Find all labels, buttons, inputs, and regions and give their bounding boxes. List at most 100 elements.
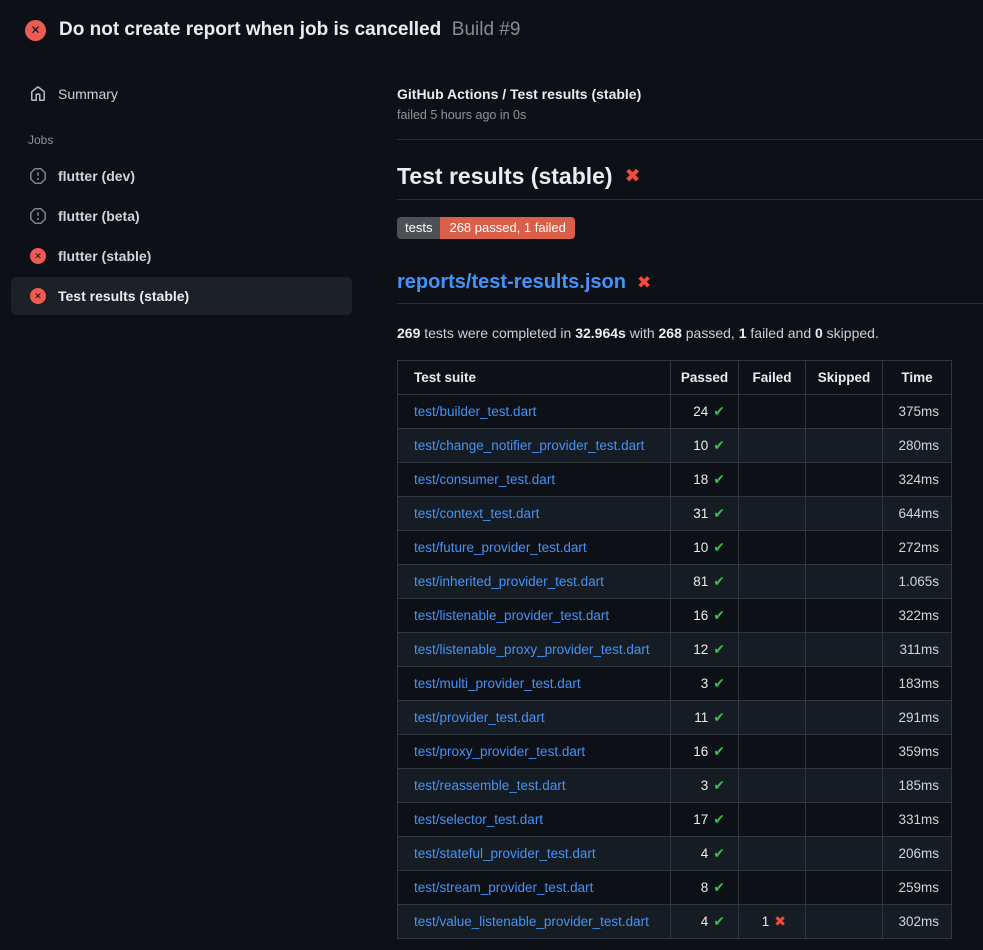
cancelled-octagon-icon (30, 208, 46, 224)
cell-time: 185ms (883, 769, 952, 803)
check-icon: ✔ (713, 709, 725, 725)
cell-failed (739, 667, 806, 701)
cell-time: 375ms (883, 395, 952, 429)
test-suite-link[interactable]: test/listenable_proxy_provider_test.dart (414, 642, 650, 657)
breadcrumb: GitHub Actions / Test results (stable) (397, 86, 983, 102)
check-icon: ✔ (713, 607, 725, 623)
test-suite-link[interactable]: test/stateful_provider_test.dart (414, 846, 596, 861)
cell-skipped (806, 429, 883, 463)
cell-passed: 10✔ (671, 531, 739, 565)
check-icon: ✔ (713, 675, 725, 691)
cell-test-suite: test/builder_test.dart (398, 395, 671, 429)
cell-time: 644ms (883, 497, 952, 531)
cell-test-suite: test/listenable_provider_test.dart (398, 599, 671, 633)
cell-passed: 8✔ (671, 871, 739, 905)
cell-test-suite: test/stream_provider_test.dart (398, 871, 671, 905)
column-header-test-suite: Test suite (398, 361, 671, 395)
sidebar-item-test-results-stable[interactable]: ✕Test results (stable) (11, 277, 352, 315)
section-heading: Test results (stable) ✖ (397, 163, 983, 200)
cell-time: 331ms (883, 803, 952, 837)
table-row: test/listenable_proxy_provider_test.dart… (398, 633, 952, 667)
sidebar-item-flutter-dev[interactable]: flutter (dev) (11, 157, 352, 195)
cell-failed (739, 429, 806, 463)
cell-time: 272ms (883, 531, 952, 565)
cell-time: 322ms (883, 599, 952, 633)
test-suite-link[interactable]: test/selector_test.dart (414, 812, 543, 827)
test-suite-link[interactable]: test/future_provider_test.dart (414, 540, 587, 555)
cell-test-suite: test/stateful_provider_test.dart (398, 837, 671, 871)
table-row: test/consumer_test.dart18✔324ms (398, 463, 952, 497)
test-suite-link[interactable]: test/consumer_test.dart (414, 472, 555, 487)
check-icon: ✔ (713, 573, 725, 589)
cell-test-suite: test/consumer_test.dart (398, 463, 671, 497)
badge-value: 268 passed, 1 failed (440, 217, 574, 239)
check-icon: ✔ (713, 743, 725, 759)
sidebar-item-label: flutter (dev) (58, 168, 135, 184)
test-suite-link[interactable]: test/proxy_provider_test.dart (414, 744, 585, 759)
sidebar-item-flutter-stable[interactable]: ✕flutter (stable) (11, 237, 352, 275)
table-row: test/selector_test.dart17✔331ms (398, 803, 952, 837)
check-icon: ✔ (713, 539, 725, 555)
table-header-row: Test suitePassedFailedSkippedTime (398, 361, 952, 395)
check-icon: ✔ (713, 403, 725, 419)
cell-time: 183ms (883, 667, 952, 701)
cell-failed (739, 837, 806, 871)
cell-passed: 16✔ (671, 735, 739, 769)
test-suite-link[interactable]: test/listenable_provider_test.dart (414, 608, 609, 623)
cell-passed: 3✔ (671, 667, 739, 701)
cell-passed: 4✔ (671, 905, 739, 939)
cell-skipped (806, 769, 883, 803)
build-failed-icon: ✕ (25, 20, 46, 41)
sidebar-item-label: flutter (stable) (58, 248, 151, 264)
test-results-table: Test suitePassedFailedSkippedTime test/b… (397, 360, 952, 939)
cell-skipped (806, 667, 883, 701)
cell-passed: 16✔ (671, 599, 739, 633)
run-meta: failed 5 hours ago in 0s (397, 108, 983, 122)
cell-failed (739, 531, 806, 565)
home-icon (30, 86, 46, 102)
cell-passed: 10✔ (671, 429, 739, 463)
table-body: test/builder_test.dart24✔375mstest/chang… (398, 395, 952, 939)
test-suite-link[interactable]: test/value_listenable_provider_test.dart (414, 914, 649, 929)
test-suite-link[interactable]: test/stream_provider_test.dart (414, 880, 593, 895)
sidebar-item-flutter-beta[interactable]: flutter (beta) (11, 197, 352, 235)
cell-time: 291ms (883, 701, 952, 735)
cell-failed (739, 803, 806, 837)
cell-test-suite: test/future_provider_test.dart (398, 531, 671, 565)
test-suite-link[interactable]: test/inherited_provider_test.dart (414, 574, 604, 589)
test-suite-link[interactable]: test/context_test.dart (414, 506, 539, 521)
cell-skipped (806, 735, 883, 769)
test-suite-link[interactable]: test/change_notifier_provider_test.dart (414, 438, 644, 453)
build-title: Do not create report when job is cancell… (59, 19, 520, 41)
cell-time: 359ms (883, 735, 952, 769)
table-row: test/builder_test.dart24✔375ms (398, 395, 952, 429)
cell-skipped (806, 463, 883, 497)
cell-time: 206ms (883, 837, 952, 871)
test-suite-link[interactable]: test/reassemble_test.dart (414, 778, 566, 793)
table-row: test/stateful_provider_test.dart4✔206ms (398, 837, 952, 871)
check-icon: ✔ (713, 777, 725, 793)
cell-passed: 3✔ (671, 769, 739, 803)
check-icon: ✔ (713, 845, 725, 861)
cell-test-suite: test/multi_provider_test.dart (398, 667, 671, 701)
test-suite-link[interactable]: test/provider_test.dart (414, 710, 545, 725)
test-suite-link[interactable]: test/multi_provider_test.dart (414, 676, 581, 691)
test-suite-link[interactable]: test/builder_test.dart (414, 404, 536, 419)
cell-passed: 31✔ (671, 497, 739, 531)
sidebar: Summary Jobs flutter (dev)flutter (beta)… (0, 56, 397, 317)
main-content: GitHub Actions / Test results (stable) f… (397, 56, 983, 939)
cell-failed (739, 463, 806, 497)
cell-test-suite: test/context_test.dart (398, 497, 671, 531)
column-header-time: Time (883, 361, 952, 395)
cell-skipped (806, 701, 883, 735)
failed-cross-icon: ✖ (625, 167, 641, 186)
table-row: test/listenable_provider_test.dart 16✔ 322… (398, 599, 952, 633)
sidebar-item-summary[interactable]: Summary (11, 77, 352, 111)
cell-passed: 18✔ (671, 463, 739, 497)
cell-failed (739, 633, 806, 667)
tests-status-badge: tests 268 passed, 1 failed (397, 217, 575, 239)
report-failed-cross-icon: ✖ (637, 274, 651, 291)
table-row: test/future_provider_test.dart 10✔ 272ms (398, 531, 952, 565)
column-header-passed: Passed (671, 361, 739, 395)
report-file-link[interactable]: reports/test-results.json (397, 271, 626, 294)
